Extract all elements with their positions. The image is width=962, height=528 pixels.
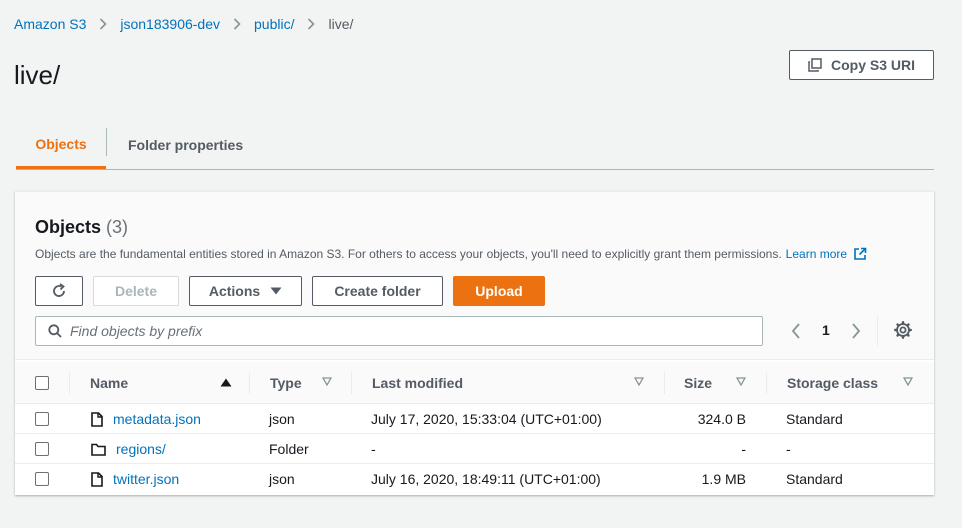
pager-divider [877,316,878,346]
object-storage-class: - [786,441,791,457]
upload-button[interactable]: Upload [453,276,545,306]
refresh-button[interactable] [35,276,83,306]
object-last-modified: July 17, 2020, 15:33:04 (UTC+01:00) [371,411,602,427]
refresh-icon [50,282,68,300]
search-input[interactable] [70,323,750,339]
column-name-label: Name [90,375,129,391]
page-number[interactable]: 1 [822,322,830,338]
objects-description-text: Objects are the fundamental entities sto… [35,247,782,261]
actions-dropdown[interactable]: Actions [189,276,302,306]
chevron-right-icon [99,18,108,30]
breadcrumb-amazon-s3[interactable]: Amazon S3 [14,16,86,32]
copy-s3-uri-button[interactable]: Copy S3 URI [789,50,934,80]
table-row[interactable]: twitter.json json July 16, 2020, 18:49:1… [15,464,934,494]
sort-ascending-icon[interactable] [220,378,232,387]
column-header-last-modified[interactable]: Last modified [372,362,647,404]
column-header-name[interactable]: Name [90,362,235,404]
table-row[interactable]: metadata.json json July 17, 2020, 15:33:… [15,404,934,434]
tab-objects[interactable]: Objects [16,121,106,169]
objects-count: (3) [106,217,129,237]
column-header-size[interactable]: Size [684,362,749,404]
checkbox[interactable] [35,442,49,456]
sort-icon[interactable] [634,377,644,386]
select-all-checkbox[interactable] [35,362,49,404]
table-row[interactable]: regions/ Folder - - - [15,434,934,464]
column-header-type[interactable]: Type [270,362,335,404]
column-divider [351,372,352,394]
column-divider [69,372,70,394]
tab-divider [106,128,107,156]
file-icon [91,471,103,487]
folder-icon [91,443,106,456]
table-header: Name Type Last modified Size Storage cla… [15,362,934,404]
sort-icon[interactable] [322,377,332,386]
copy-icon [808,58,822,72]
checkbox[interactable] [35,376,49,390]
checkbox[interactable] [35,472,49,486]
breadcrumb-bucket[interactable]: json183906-dev [120,16,220,32]
column-divider [249,372,250,394]
delete-button[interactable]: Delete [93,276,179,306]
objects-panel-header: Objects (3) Objects are the fundamental … [15,192,934,360]
objects-panel-title: Objects (3) [35,217,128,238]
objects-description: Objects are the fundamental entities sto… [35,247,867,261]
copy-s3-uri-label: Copy S3 URI [830,57,915,73]
page-title: live/ [14,60,61,90]
checkbox[interactable] [35,412,49,426]
object-size: 1.9 MB [701,471,746,487]
object-type: json [269,411,295,427]
object-last-modified: - [371,441,376,457]
object-name-link[interactable]: regions/ [116,441,166,457]
breadcrumb-public[interactable]: public/ [254,16,294,32]
object-size: - [741,441,746,457]
actions-label: Actions [208,283,261,299]
create-folder-button[interactable]: Create folder [312,276,443,306]
objects-title: Objects [35,217,102,237]
row-checkbox[interactable] [35,434,49,464]
sort-icon[interactable] [903,377,913,386]
chevron-right-icon[interactable] [851,323,861,339]
object-storage-class: Standard [786,411,843,427]
gear-icon[interactable] [894,321,912,339]
objects-panel: Objects (3) Objects are the fundamental … [15,191,934,495]
column-type-label: Type [270,375,302,391]
column-last-modified-label: Last modified [372,375,464,391]
object-type: Folder [269,441,309,457]
breadcrumb-current: live/ [328,16,354,32]
object-last-modified: July 16, 2020, 18:49:11 (UTC+01:00) [371,471,601,487]
column-divider [664,372,665,394]
external-link-icon[interactable] [853,247,867,261]
object-size: 324.0 B [697,411,746,427]
column-storage-class-label: Storage class [787,375,879,391]
row-checkbox[interactable] [35,404,49,434]
column-size-label: Size [684,375,713,391]
chevron-left-icon[interactable] [791,323,801,339]
search-box[interactable] [35,316,763,346]
learn-more-link[interactable]: Learn more [786,247,847,261]
column-divider [766,372,767,394]
object-name-link[interactable]: twitter.json [113,471,179,487]
chevron-right-icon [233,18,241,30]
sort-icon[interactable] [736,377,746,386]
tab-folder-properties[interactable]: Folder properties [128,121,243,169]
caret-down-icon [270,287,282,295]
chevron-right-icon [307,18,316,30]
object-type: json [269,471,295,487]
column-header-storage-class[interactable]: Storage class [787,362,917,404]
file-icon [91,411,103,427]
search-icon [48,324,62,338]
object-storage-class: Standard [786,471,843,487]
breadcrumb: Amazon S3 json183906-dev public/ live/ [14,16,353,32]
row-checkbox[interactable] [35,464,49,494]
object-name-link[interactable]: metadata.json [113,411,201,427]
tab-bar: Objects Folder properties [16,121,934,170]
